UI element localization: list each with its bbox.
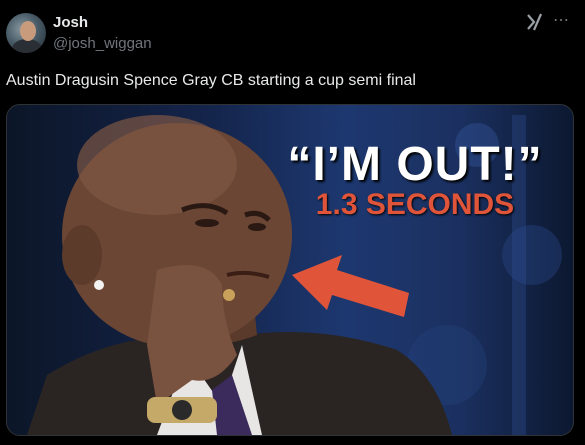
grok-icon[interactable]	[525, 12, 545, 32]
avatar[interactable]	[6, 13, 46, 53]
avatar-shirt	[12, 39, 42, 53]
meme-main-text: “I’M OUT!”	[287, 138, 543, 191]
display-name[interactable]: Josh	[53, 14, 88, 31]
avatar-face	[20, 21, 36, 41]
tweet-media[interactable]: “I’M OUT!” 1.3 SECONDS	[6, 104, 574, 436]
more-horizontal-icon[interactable]: ⋯	[553, 10, 570, 30]
bottom-divider	[0, 440, 585, 445]
tweet-text: Austin Dragusin Spence Gray CB starting …	[6, 72, 416, 89]
arrow-left-icon	[292, 255, 409, 317]
user-handle[interactable]: @josh_wiggan	[53, 35, 152, 52]
meme-sub-text: 1.3 SECONDS	[315, 188, 515, 221]
meme-caption: “I’M OUT!” 1.3 SECONDS	[275, 137, 555, 222]
